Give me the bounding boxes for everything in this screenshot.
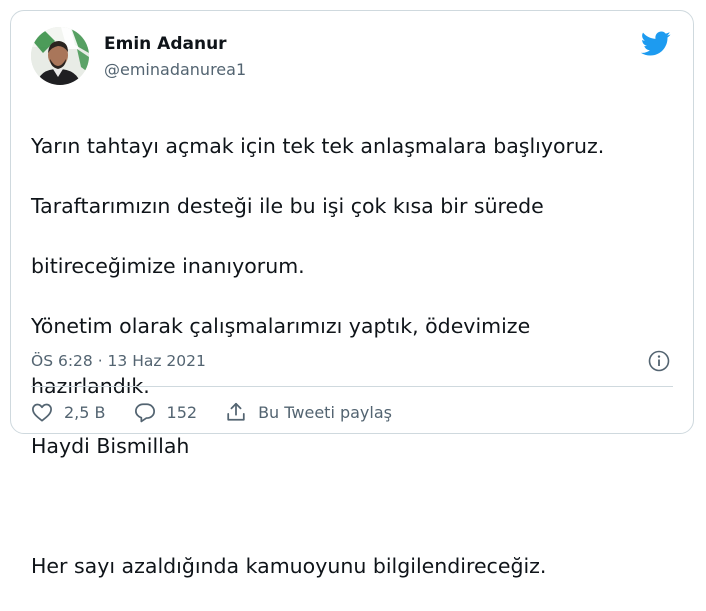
author-handle[interactable]: @eminadanurea1 [104,60,246,79]
tweet-line: Yarın tahtayı açmak için tek tek anlaşma… [31,134,605,158]
reply-count: 152 [166,402,198,422]
heart-icon [32,403,52,422]
tweet-line: Yönetim olarak çalışmalarımızı yaptık, ö… [31,314,531,338]
action-bar: 2,5 B 152 Bu Tweeti paylaş [31,399,420,425]
tweet-line: Taraftarımızın desteği ile bu işi çok kı… [31,194,544,218]
share-label: Bu Tweeti paylaş [258,402,392,422]
twitter-bird-icon[interactable] [640,31,671,57]
divider [31,386,673,387]
tweet-card: Emin Adanur @eminadanurea1 Yarın tahtayı… [10,10,694,578]
author-name[interactable]: Emin Adanur [104,34,227,54]
info-icon[interactable] [648,350,670,372]
share-upload-icon [227,402,245,421]
like-count: 2,5 B [64,402,106,422]
reply-button[interactable]: 152 [134,402,198,423]
share-button[interactable]: Bu Tweeti paylaş [225,401,392,423]
profile-photo [31,27,89,85]
reply-bubble-icon [134,402,155,422]
tweet-line: bitireceğimize inanıyorum. [31,254,305,278]
tweet-line: Her sayı azaldığında kamuoyunu bilgilend… [31,554,547,578]
avatar[interactable] [31,27,89,85]
tweet-line: Haydi Bismillah [31,434,190,458]
like-button[interactable]: 2,5 B [31,402,106,422]
tweet-timestamp[interactable]: ÖS 6:28 · 13 Haz 2021 [31,352,206,370]
